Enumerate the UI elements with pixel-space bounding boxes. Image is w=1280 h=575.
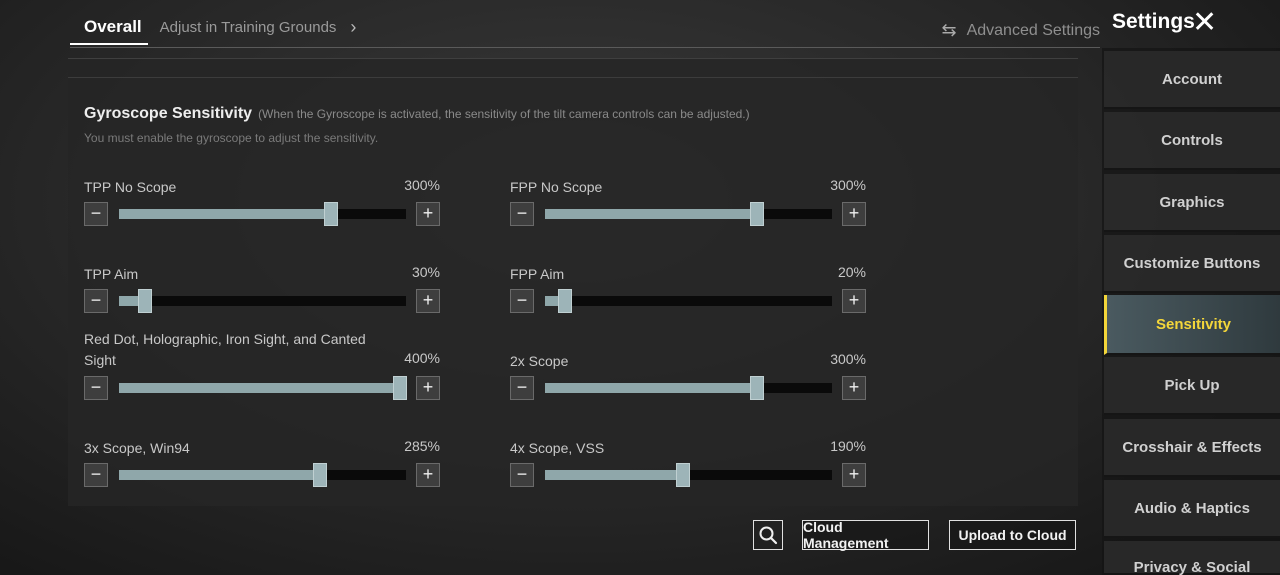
slider-fill [545,383,758,393]
slider-thumb[interactable] [393,376,408,400]
gyro-note: (When the Gyroscope is activated, the se… [258,107,750,121]
sidebar-item-privacy[interactable]: Privacy & Social [1104,541,1280,575]
decrease-button[interactable]: − [510,463,534,487]
slider-track[interactable] [119,289,406,313]
decrease-button[interactable]: − [510,289,534,313]
slider-value: 400% [404,350,440,366]
sidebar-item-customize-buttons[interactable]: Customize Buttons [1104,235,1280,293]
swap-icon: ⇆ [941,20,957,40]
slider-track[interactable] [119,463,406,487]
sidebar-item-audio[interactable]: Audio & Haptics [1104,480,1280,538]
increase-button[interactable]: + [416,289,440,313]
gyro-title-text: Gyroscope Sensitivity [84,105,253,122]
slider-value: 300% [404,177,440,193]
slider-fill [119,383,401,393]
slider-label: TPP No Scope [84,179,177,195]
decrease-button[interactable]: − [84,289,108,313]
slider-label: 4x Scope, VSS [510,440,605,456]
decrease-button[interactable]: − [84,463,108,487]
slider-track[interactable] [119,376,408,400]
slider-value: 20% [837,264,866,280]
slider-label: 3x Scope, Win94 [84,440,190,456]
cloud-management-button[interactable]: Cloud Management [802,519,929,551]
slider-label: FPP Aim [510,266,565,282]
gyro-subtitle: You must enable the gyroscope to adjust … [84,131,379,145]
gyro-section-title: Gyroscope Sensitivity (When the Gyroscope… [84,105,750,123]
slider-label: Red Dot, Holographic, Iron Sight, and Ca… [84,331,366,368]
slider-thumb[interactable] [675,463,690,487]
slider-fill [119,470,320,480]
sidebar-item-controls[interactable]: Controls [1104,112,1280,170]
slider-value: 300% [830,351,866,367]
slider-value: 300% [830,177,866,193]
slider-fill [545,209,758,219]
decrease-button[interactable]: − [510,376,534,400]
top-tab-bar: Overall Adjust in Training Grounds › ⇆ A… [70,14,1100,48]
upload-to-cloud-button[interactable]: Upload to Cloud [949,520,1076,550]
slider-fill [119,209,332,219]
increase-button[interactable]: + [842,376,866,400]
slider-value: 190% [830,438,866,454]
increase-button[interactable]: + [416,463,440,487]
sidebar-item-sensitivity[interactable]: Sensitivity [1104,295,1280,355]
settings-title: Settings [1112,10,1195,33]
chevron-right-icon[interactable]: › [350,17,356,46]
slider-thumb[interactable] [750,202,765,226]
search-icon [759,526,778,545]
slider-fill [545,470,683,480]
slider-value: 30% [411,264,440,280]
sidebar-item-account[interactable]: Account [1104,51,1280,109]
increase-button[interactable]: + [416,202,440,226]
sensitivity-panel: Gyroscope Sensitivity (When the Gyroscope… [68,58,1078,506]
slider-thumb[interactable] [137,289,152,313]
slider-track[interactable] [545,202,832,226]
sidebar-item-crosshair[interactable]: Crosshair & Effects [1104,419,1280,477]
slider-track[interactable] [545,376,832,400]
slider-track[interactable] [545,463,832,487]
slider-thumb[interactable] [324,202,339,226]
sidebar-item-pick-up[interactable]: Pick Up [1104,357,1280,415]
slider-thumb[interactable] [750,376,765,400]
decrease-button[interactable]: − [84,202,108,226]
increase-button[interactable]: + [842,202,866,226]
sidebar-item-graphics[interactable]: Graphics [1104,174,1280,232]
increase-button[interactable]: + [842,463,866,487]
slider-label: 2x Scope [510,353,569,369]
slider-thumb[interactable] [558,289,573,313]
slider-label: FPP No Scope [510,179,603,195]
increase-button[interactable]: + [416,376,440,400]
close-icon[interactable]: ✕ [1192,8,1217,38]
decrease-button[interactable]: − [84,376,108,400]
advanced-settings-button[interactable]: ⇆ Advanced Settings [941,20,1100,41]
increase-button[interactable]: + [842,289,866,313]
slider-track[interactable] [545,289,832,313]
slider-label: TPP Aim [84,266,139,282]
tab-adjust-training[interactable]: Adjust in Training Grounds [156,19,343,44]
slider-thumb[interactable] [312,463,327,487]
slider-value: 285% [404,438,440,454]
slider-track[interactable] [119,202,406,226]
decrease-button[interactable]: − [510,202,534,226]
tab-overall[interactable]: Overall [70,17,156,45]
advanced-settings-label: Advanced Settings [966,21,1100,39]
search-button[interactable] [753,520,783,550]
